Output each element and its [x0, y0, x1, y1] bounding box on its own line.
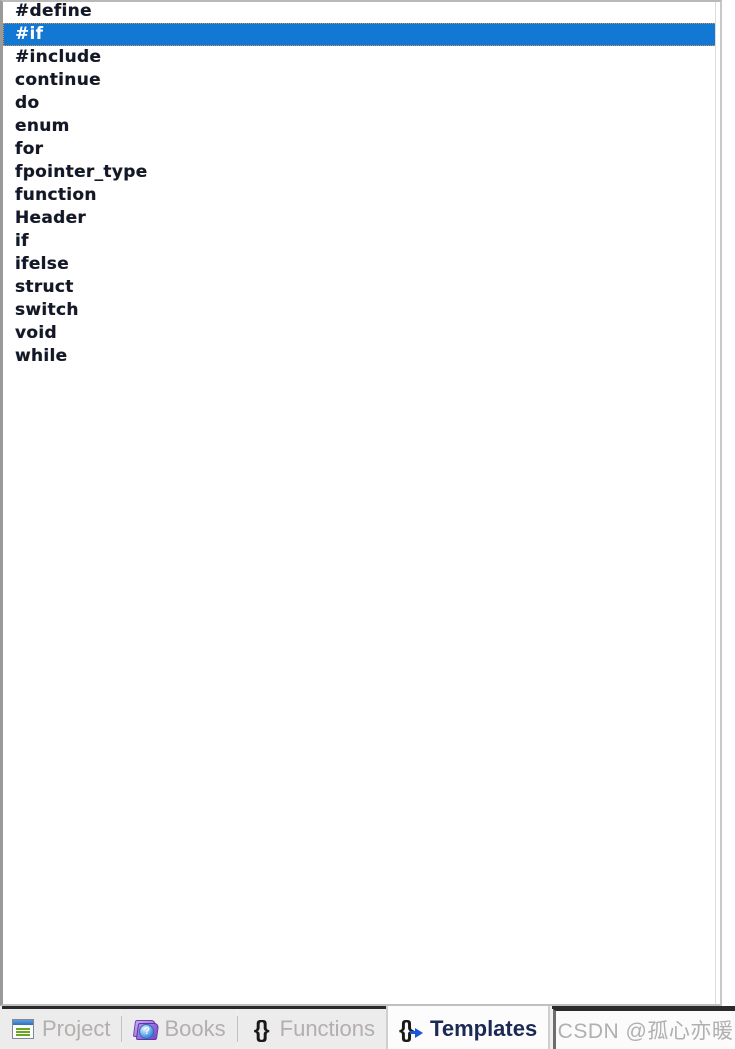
template-list-item[interactable]: for [3, 138, 720, 161]
braces-glyph: {} [253, 1015, 270, 1042]
template-list-item[interactable]: switch [3, 299, 720, 322]
template-list-item-label: #define [15, 1, 92, 21]
template-list-item-label: for [15, 139, 44, 159]
template-list-item[interactable]: #if [3, 23, 719, 46]
template-list-item[interactable]: enum [3, 115, 720, 138]
template-list-item-label: #if [15, 24, 44, 44]
tab-templates-label: Templates [430, 1016, 538, 1041]
template-list-item-label: Header [15, 208, 87, 228]
tab-books[interactable]: ? Books [122, 1009, 237, 1049]
tab-project-label: Project [42, 1016, 111, 1041]
template-list-item[interactable]: function [3, 184, 720, 207]
templates-panel-window: #define #if #include continue do enum for fpoin… [0, 0, 735, 1049]
template-list-item[interactable]: while [3, 345, 720, 368]
window-right-margin [722, 0, 735, 1006]
tab-books-label: Books [164, 1016, 226, 1041]
watermark-text: CSDN @孤心亦暖 [557, 1020, 734, 1043]
watermark: CSDN @孤心亦暖 [553, 1009, 735, 1049]
template-list-item[interactable]: #include [3, 46, 720, 69]
template-list-item[interactable]: #define [3, 1, 720, 23]
template-list-item-label: enum [15, 116, 70, 136]
list-right-gutter [715, 2, 720, 1004]
template-list-item-label: #include [15, 47, 102, 67]
template-list-item-label: while [15, 346, 68, 366]
braces-icon: {} [249, 1017, 273, 1041]
template-list-item-label: fpointer_type [15, 162, 148, 182]
braces-arrow-icon: {} [399, 1015, 424, 1042]
tab-project[interactable]: Project [0, 1009, 122, 1049]
tab-functions-label: Functions [279, 1016, 376, 1041]
templates-list-panel[interactable]: #define #if #include continue do enum for fpoin… [0, 0, 722, 1006]
template-list-item[interactable]: Header [3, 207, 720, 230]
template-list-item-label: function [15, 185, 97, 205]
template-list-item-label: if [15, 231, 29, 251]
template-list-item[interactable]: void [3, 322, 720, 345]
template-list-item-label: void [15, 323, 57, 343]
template-list-item-label: do [15, 93, 40, 113]
template-list-item[interactable]: do [3, 92, 720, 115]
tab-templates[interactable]: {} Templates [386, 1006, 551, 1049]
template-list-item[interactable]: ifelse [3, 253, 720, 276]
template-list-item[interactable]: fpointer_type [3, 161, 720, 184]
template-list-item[interactable]: if [3, 230, 720, 253]
templates-list-viewport[interactable]: #define #if #include continue do enum for fpoin… [3, 1, 720, 1004]
template-list-item[interactable]: struct [3, 276, 720, 299]
template-list-item-label: switch [15, 300, 79, 320]
tab-functions[interactable]: {} Functions [237, 1009, 387, 1049]
template-list-item-label: struct [15, 277, 74, 297]
template-list-item-label: ifelse [15, 254, 70, 274]
project-window-icon [11, 1017, 35, 1041]
template-list-item-label: continue [15, 70, 101, 90]
template-list-item[interactable]: continue [3, 69, 720, 92]
books-help-icon: ? [133, 1017, 160, 1041]
braces-arrow-glyph: {} [399, 1015, 414, 1042]
